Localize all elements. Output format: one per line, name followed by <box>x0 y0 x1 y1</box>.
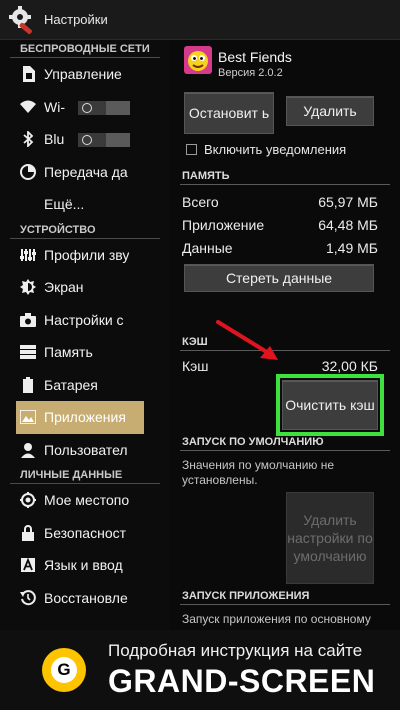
sidebar-item-battery[interactable]: Батарея <box>0 369 170 402</box>
sidebar-item-more[interactable]: Ещё... <box>0 188 170 221</box>
app-version: Версия 2.0.2 <box>218 67 283 79</box>
grand-screen-logo-icon: G <box>42 648 86 692</box>
sidebar-item-label: Wi- <box>44 98 65 115</box>
sidebar-item-label: Профили зву <box>44 246 130 263</box>
sidebar-item-label: Безопасност <box>44 524 127 541</box>
sidebar-item-label: Память <box>44 344 93 361</box>
sidebar-item-label: Передача да <box>44 163 128 180</box>
sidebar-item-label: Экран <box>44 279 84 296</box>
bluetooth-toggle[interactable] <box>78 133 130 147</box>
sidebar-item-label: Язык и ввод <box>44 557 123 574</box>
sidebar-item-display[interactable]: Экран <box>0 271 170 304</box>
sidebar-item-label: Управление <box>44 66 122 83</box>
memory-total-row: Всего 65,97 МБ <box>182 194 378 210</box>
banner-site-name: GRAND-SCREEN <box>108 662 376 699</box>
sidebar-item-security[interactable]: Безопасност <box>0 516 170 549</box>
storage-icon <box>20 344 36 360</box>
sidebar-item-label: Настройки с <box>44 311 124 328</box>
site-banner: G Подробная инструкция на сайте GRAND-SC… <box>0 630 400 710</box>
sidebar-item-sim-management[interactable]: Управление <box>0 58 170 91</box>
banner-caption: Подробная инструкция на сайте <box>108 640 363 660</box>
section-header-launch-default: ЗАПУСК ПО УМОЛЧАНИЮ <box>180 436 390 451</box>
sidebar-item-label: Батарея <box>44 376 98 393</box>
toggle-off-icon <box>82 102 92 113</box>
memory-data-row: Данные 1,49 МБ <box>182 240 378 256</box>
green-highlight-frame <box>276 374 384 436</box>
title-bar: Настройки <box>0 0 400 40</box>
notifications-checkbox[interactable] <box>186 144 197 155</box>
notifications-checkbox-row[interactable]: Включить уведомления <box>186 142 346 157</box>
location-icon <box>20 492 36 509</box>
battery-icon <box>20 376 36 393</box>
launch-default-hint: Значения по умолчанию не установлены. <box>182 458 335 487</box>
brightness-icon <box>20 279 36 296</box>
settings-sidebar: БЕСПРОВОДНЫЕ СЕТИ Управление Wi- Blu Пер… <box>0 40 170 630</box>
sidebar-item-label: Восстановле <box>44 589 128 606</box>
sim-icon <box>20 66 36 83</box>
red-arrow-annotation <box>216 320 278 360</box>
data-usage-icon <box>20 163 36 180</box>
sidebar-item-camera-settings[interactable]: Настройки с <box>0 303 170 336</box>
wifi-icon <box>20 99 36 115</box>
section-header-launch-app: ЗАПУСК ПРИЛОЖЕНИЯ <box>180 590 390 605</box>
sidebar-item-apps[interactable]: Приложения <box>16 401 144 434</box>
best-fiends-app-icon <box>184 46 212 74</box>
app-header: Best Fiends Версия 2.0.2 <box>184 46 292 79</box>
sound-icon <box>20 247 36 263</box>
sidebar-item-storage[interactable]: Память <box>0 336 170 369</box>
memory-app-row: Приложение 64,48 МБ <box>182 217 378 233</box>
reset-defaults-button[interactable]: Удалить настройки по умолчанию <box>286 492 374 584</box>
app-name: Best Fiends <box>218 49 292 65</box>
page-title: Настройки <box>44 12 108 27</box>
sidebar-item-label: Ещё... <box>44 196 85 213</box>
sidebar-item-location[interactable]: Мое местопо <box>0 484 170 517</box>
sidebar-item-label: Blu <box>44 131 65 148</box>
uninstall-button[interactable]: Удалить <box>286 96 374 126</box>
sidebar-item-bluetooth[interactable]: Blu <box>0 123 170 156</box>
wifi-toggle[interactable] <box>78 100 130 115</box>
section-header-wireless: БЕСПРОВОДНЫЕ СЕТИ <box>10 40 160 58</box>
sidebar-item-backup-restore[interactable]: Восстановле <box>0 581 170 614</box>
launch-app-hint: Запуск приложения по основному <box>182 612 371 626</box>
section-header-personal: ЛИЧНЫЕ ДАННЫЕ <box>10 466 160 484</box>
camera-icon <box>20 312 36 328</box>
toggle-off-icon <box>82 135 92 145</box>
section-header-device: УСТРОЙСТВО <box>10 221 160 239</box>
app-details-panel: Best Fiends Версия 2.0.2 Остановит ь Уда… <box>170 40 400 630</box>
lock-icon <box>20 524 36 541</box>
restore-icon <box>20 589 36 606</box>
sidebar-item-label: Приложения <box>44 409 126 426</box>
bluetooth-icon <box>20 131 36 148</box>
sidebar-item-data-usage[interactable]: Передача да <box>0 155 170 188</box>
apps-icon <box>20 409 36 425</box>
sidebar-item-label: Мое местопо <box>44 492 130 509</box>
clear-data-button[interactable]: Стереть данные <box>184 264 374 292</box>
force-stop-button[interactable]: Остановит ь <box>184 92 274 134</box>
sidebar-item-users[interactable]: Пользовател <box>0 433 170 466</box>
sidebar-item-label: Пользовател <box>44 441 128 458</box>
language-icon <box>20 557 36 573</box>
settings-gear-icon[interactable] <box>8 5 38 35</box>
section-header-memory: ПАМЯТЬ <box>180 170 390 185</box>
sidebar-item-wifi[interactable]: Wi- <box>0 91 170 124</box>
user-icon <box>20 442 36 458</box>
sidebar-item-language-input[interactable]: Язык и ввод <box>0 549 170 582</box>
notifications-label: Включить уведомления <box>204 142 347 157</box>
sidebar-item-sound-profiles[interactable]: Профили зву <box>0 238 170 271</box>
